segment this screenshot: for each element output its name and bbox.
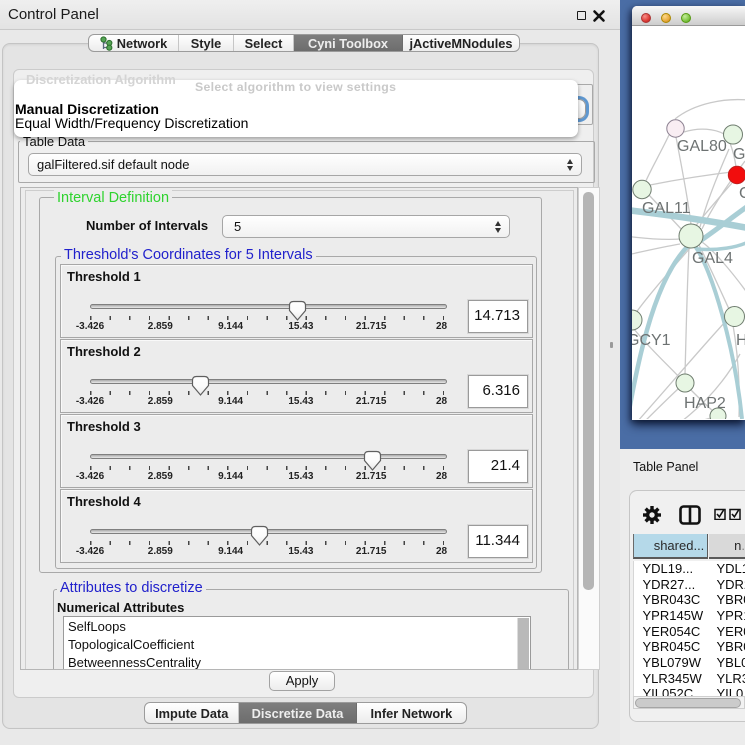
svg-text:GAL80: GAL80: [677, 138, 727, 155]
svg-text:CY: CY: [739, 185, 745, 202]
svg-text:GA: GA: [733, 146, 745, 163]
svg-text:HAP2: HAP2: [684, 395, 726, 412]
svg-text:GCY1: GCY1: [632, 332, 671, 349]
svg-text:H: H: [736, 332, 745, 349]
svg-text:GAL11: GAL11: [642, 200, 691, 217]
svg-text:GAL4: GAL4: [692, 250, 733, 267]
